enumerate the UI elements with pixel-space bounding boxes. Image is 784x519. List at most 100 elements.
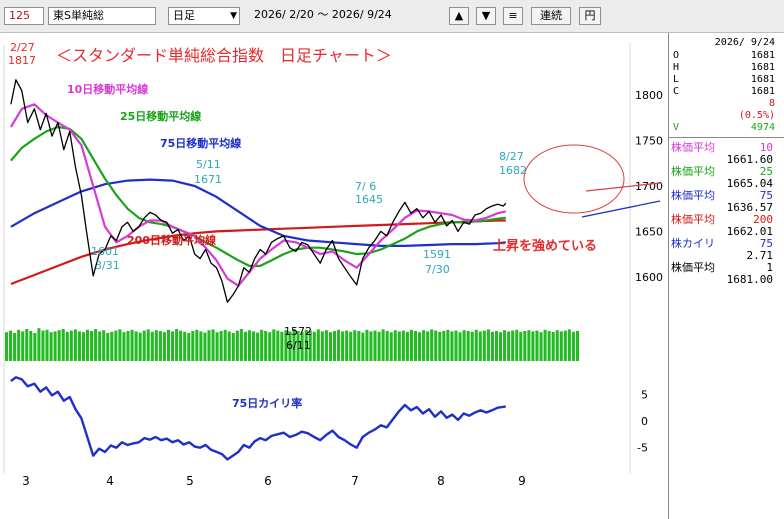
ma75-label: 75日移動平均線: [160, 136, 241, 150]
volume-bar: [328, 332, 332, 361]
month-tick-label: 7: [351, 474, 359, 488]
stock-name-field[interactable]: 東S単純総: [48, 7, 156, 25]
volume-bar: [21, 331, 25, 361]
volume-bar: [430, 329, 434, 361]
volume-bar: [519, 331, 523, 361]
volume-bar: [276, 330, 280, 361]
indicator-label: 株価平均: [671, 261, 715, 274]
volume-bar: [393, 330, 397, 361]
volume-bar: [85, 329, 90, 361]
quote-open: O 1681: [673, 50, 775, 61]
kairi-label: 75日カイリ率: [232, 396, 302, 410]
volume-bar: [227, 331, 231, 361]
volume-bar: [219, 331, 223, 361]
volume-bar: [551, 331, 555, 361]
volume-bar: [559, 331, 563, 361]
volume-bar: [490, 331, 494, 361]
volume-bar: [361, 332, 365, 361]
volume-bar: [183, 331, 187, 361]
volume-bar: [49, 332, 53, 361]
trend-note: 上昇を強めている: [493, 238, 597, 254]
low-mar-date: 3/31: [95, 259, 120, 272]
volume-bar: [142, 330, 146, 361]
volume-bar: [373, 330, 377, 361]
quote-panel: 2026/ 9/24 O 1681 H 1681 L 1681 C 1681 8 (0.…: [668, 33, 784, 519]
volume-bar: [474, 329, 478, 361]
volume-bar: [215, 332, 219, 361]
volume-bar: [25, 329, 29, 361]
volume-bar: [29, 331, 33, 361]
period-select[interactable]: 日足 ▼: [168, 7, 240, 25]
volume-bar: [539, 332, 543, 361]
volume-bar: [69, 330, 73, 361]
volume-bar: [389, 332, 393, 361]
quote-high: H 1681: [673, 62, 775, 73]
ma200-label: 200日移動平均線: [127, 233, 216, 247]
month-tick-label: 6: [264, 474, 272, 488]
stock-code-field[interactable]: 125: [4, 7, 44, 25]
indicator-row: 株価平均 200 1662.01: [669, 213, 781, 238]
volume-bar: [397, 331, 401, 361]
scroll-up-button[interactable]: ▲: [449, 7, 469, 25]
low-jun-value: 1572: [284, 325, 312, 338]
volume-bar: [73, 329, 77, 361]
indicator-row: 株価平均 25 1665.04: [669, 165, 781, 190]
low-mar-value: 1601: [91, 245, 119, 258]
volume-bar: [567, 329, 571, 361]
peak-value: 1817: [8, 54, 36, 67]
volume-bar: [341, 331, 345, 361]
indicator-row: 株価平均 10 1661.60: [669, 141, 781, 166]
volume-bar: [94, 329, 98, 361]
volume-bar: [511, 330, 515, 361]
volume-bar: [264, 331, 268, 361]
volume-bar: [195, 329, 199, 361]
volume-bar: [409, 329, 413, 361]
volume-bar: [17, 329, 21, 361]
volume-bar: [438, 331, 442, 361]
volume-bar: [207, 330, 211, 361]
volume-bar: [320, 331, 324, 361]
low-jun-date: 6/11: [286, 339, 311, 352]
volume-bar: [146, 329, 150, 361]
volume-bar: [527, 330, 531, 361]
volume-bar: [33, 333, 37, 361]
volume-bar: [90, 331, 94, 361]
volume-bar: [114, 330, 118, 361]
highlight-ellipse: [523, 144, 625, 214]
price-tick-label: 1600: [635, 271, 663, 284]
volume-bar: [523, 331, 527, 361]
volume-bar: [571, 331, 575, 361]
date-range: 2026/ 2/20 ～ 2026/ 9/24: [254, 8, 392, 21]
volume-bar: [555, 330, 559, 361]
toolbar: 125 東S単純総 日足 ▼ 2026/ 2/20 ～ 2026/ 9/24 ▲ …: [0, 0, 784, 33]
menu-icon: ≡: [508, 9, 518, 22]
low-jul-date: 7/30: [425, 263, 450, 276]
volume-bar: [65, 331, 69, 361]
volume-bar: [324, 330, 328, 361]
volume-bar: [45, 329, 49, 361]
volume-bar: [466, 331, 470, 361]
yen-button[interactable]: 円: [579, 7, 601, 25]
kairi-axis: 5 0 -5: [637, 388, 648, 454]
triangle-up-icon: ▲: [454, 9, 464, 22]
volume-bar: [381, 329, 385, 361]
volume-bar: [486, 329, 490, 361]
volume-bar: [426, 331, 430, 361]
volume-bar: [126, 331, 130, 361]
high-jul-date: 7/ 6: [355, 180, 376, 193]
indicator-label: 株価平均: [671, 213, 715, 226]
scroll-down-button[interactable]: ▼: [476, 7, 496, 25]
volume-bar: [191, 331, 195, 361]
volume-bar: [413, 331, 418, 361]
menu-button[interactable]: ≡: [503, 7, 523, 25]
volume-bar: [377, 331, 381, 361]
volume-bar: [110, 331, 114, 361]
volume-bar: [235, 330, 239, 361]
continuous-button[interactable]: 連続: [531, 7, 571, 25]
volume-bar: [353, 330, 357, 361]
kairi-tick-label: -5: [637, 442, 648, 455]
volume-bar: [175, 329, 179, 361]
volume-bar: [470, 331, 474, 361]
triangle-down-icon: ▼: [481, 9, 491, 22]
indicator-row: 株カイリ 75 2.71: [669, 237, 781, 262]
